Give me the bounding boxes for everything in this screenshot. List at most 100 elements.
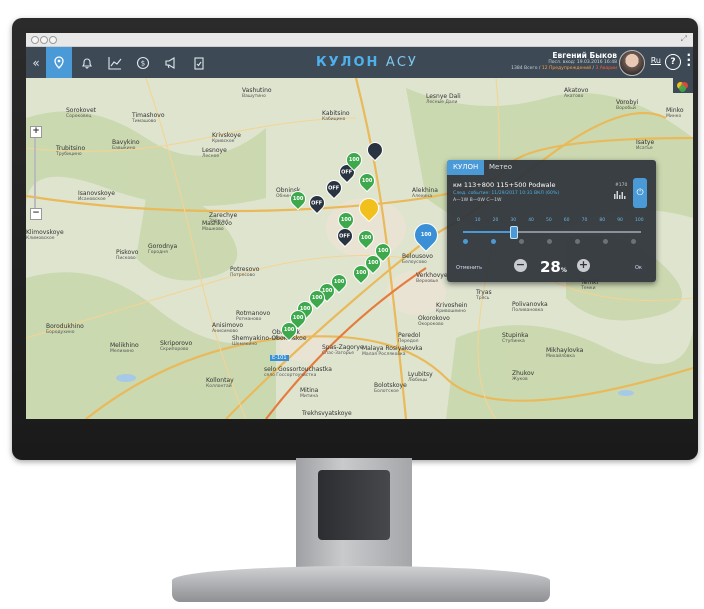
bell-icon[interactable] — [74, 47, 100, 78]
money-icon[interactable]: $ — [130, 47, 156, 78]
schedule-tick[interactable] — [547, 239, 552, 244]
place-name-local: Любицы — [408, 378, 428, 383]
place-name-local: Машково — [202, 227, 224, 232]
map-pin-icon[interactable] — [46, 47, 72, 78]
user-info: Евгений Быков Посл. вход: 19.03.2016 16:… — [511, 51, 618, 71]
schedule-tick[interactable] — [463, 239, 468, 244]
place-label: Peredol Передол — [398, 333, 420, 345]
close-dot[interactable] — [31, 36, 39, 44]
schedule-tick[interactable] — [519, 239, 524, 244]
place-name-local: Спас-Загорье — [322, 351, 354, 356]
zoom-slider[interactable] — [34, 138, 36, 208]
place-label: Gorodnya Городня — [148, 244, 177, 256]
zoom-in-button[interactable]: + — [30, 126, 42, 138]
ok-button[interactable]: Ок — [632, 263, 645, 273]
marker-label: OFF — [339, 233, 351, 239]
place-name: Lesnoye — [202, 147, 227, 154]
layers-icon[interactable] — [673, 78, 693, 93]
place-name-local: село Госсортоучастка — [264, 373, 317, 378]
place-label: Mitina Митина — [300, 388, 318, 400]
place-name: Krivoshein — [436, 302, 468, 309]
schedule-tick[interactable] — [603, 239, 608, 244]
place-name: Malaya Rosiyakovka — [362, 345, 423, 352]
place-name-local: Вашутино — [242, 94, 266, 99]
place-name-local: Бородухино — [46, 330, 75, 335]
schedule-tick[interactable] — [491, 239, 496, 244]
help-icon[interactable]: ? — [665, 54, 681, 70]
place-name: Zarechye — [209, 212, 238, 219]
place-name: Mitina — [300, 387, 319, 394]
minimize-dot[interactable] — [40, 36, 48, 44]
place-label: Belousovo Белоусово — [402, 254, 433, 266]
place-label: Timashovo Тимашово — [132, 113, 165, 125]
place-name-local: Поливановка — [512, 308, 544, 313]
brightness-value: 28% — [540, 258, 567, 276]
cancel-button[interactable]: Отменить — [453, 263, 486, 273]
schedule-tick[interactable] — [631, 239, 636, 244]
place-label: Mikhaylovka Михайловка — [546, 348, 583, 360]
tab-meteo[interactable]: Метео — [483, 160, 518, 175]
place-name: Lyubitsy — [408, 371, 433, 378]
zoom-out-button[interactable]: − — [30, 208, 42, 220]
place-name-local: Климовское — [26, 236, 55, 241]
tab-kulon[interactable]: КУЛОН — [447, 160, 485, 175]
schedule-tick[interactable] — [575, 239, 580, 244]
place-name-local: Кабицино — [322, 117, 346, 122]
place-name-local: Мелихино — [110, 349, 134, 354]
place-name: Akatovo — [564, 87, 589, 94]
scale-tick-label: 70 — [581, 218, 588, 223]
place-name: Minko — [666, 107, 684, 114]
decrease-button[interactable]: − — [514, 259, 527, 272]
place-label: Krivoshein Кривошеино — [436, 303, 467, 315]
more-menu-icon[interactable]: · · · — [686, 49, 691, 71]
place-name: Peredol — [398, 332, 421, 339]
bar-chart-icon[interactable] — [614, 189, 626, 199]
place-name: Krivskoye — [212, 132, 241, 139]
place-label: Lesnye Dali Лесные Дали — [426, 94, 461, 106]
warnings-link[interactable]: 12 Предупреждений — [542, 66, 591, 71]
place-label: Tryas Трясь — [476, 290, 492, 302]
scale-tick-label: 0 — [457, 218, 460, 223]
place-name: Stupinka — [502, 332, 529, 339]
slider-handle[interactable] — [509, 226, 518, 239]
place-name: Trubitsino — [56, 145, 86, 152]
place-name-local: Писково — [116, 256, 136, 261]
segment-title: км 113+800 115+500 Podwale — [453, 181, 556, 189]
place-name: Alekhina — [412, 187, 438, 194]
place-name-local: Ступинка — [502, 339, 525, 344]
place-name: Piskovo — [116, 249, 139, 256]
phase-states: A—1W B—0W C—1W — [453, 198, 502, 203]
place-name: Vashutino — [242, 87, 272, 94]
top-toolbar: « $ КУЛОН АСУ Евгений Быков Посл. вход: … — [26, 47, 693, 78]
marker-label: 100 — [355, 270, 367, 276]
place-label: Verkhovye Верховье — [416, 273, 448, 285]
place-label: Malaya Rosiyakovka Малая Росляковка — [362, 346, 422, 358]
power-icon[interactable]: ⏻ — [633, 178, 647, 208]
place-name: Sorokovet — [66, 107, 97, 114]
place-name: Verkhovye — [416, 272, 448, 279]
fullscreen-icon[interactable]: ⤢ — [681, 34, 687, 44]
slider-fill — [463, 231, 513, 233]
place-name-local: Шемякино — [232, 342, 258, 347]
place-name-local: Потресово — [230, 273, 256, 278]
increase-button[interactable]: + — [577, 259, 590, 272]
place-label: Zhukov Жуков — [512, 371, 534, 383]
collapse-icon[interactable]: « — [26, 47, 46, 78]
chart-icon[interactable] — [102, 47, 128, 78]
place-label: Vorobyi Воробьи — [616, 100, 638, 112]
place-label: Bavykino Бавыкино — [112, 140, 140, 152]
scale-tick-label: 90 — [617, 218, 623, 223]
language-switch[interactable]: Ru — [651, 56, 661, 65]
megaphone-icon[interactable] — [158, 47, 184, 78]
alarms-link[interactable]: 3 Аварии — [596, 66, 618, 71]
marker-label: 100 — [348, 157, 360, 163]
place-name-local: Трясь — [476, 296, 490, 301]
avatar[interactable] — [619, 50, 645, 76]
place-label: Isatye Исатье — [636, 140, 654, 152]
place-name: Polivanovka — [512, 301, 548, 308]
app-brand: КУЛОН АСУ — [316, 55, 418, 70]
place-name: Isatye — [636, 139, 655, 146]
clipboard-icon[interactable] — [186, 47, 212, 78]
maximize-dot[interactable] — [49, 36, 57, 44]
place-label: Piskovo Писково — [116, 250, 138, 262]
